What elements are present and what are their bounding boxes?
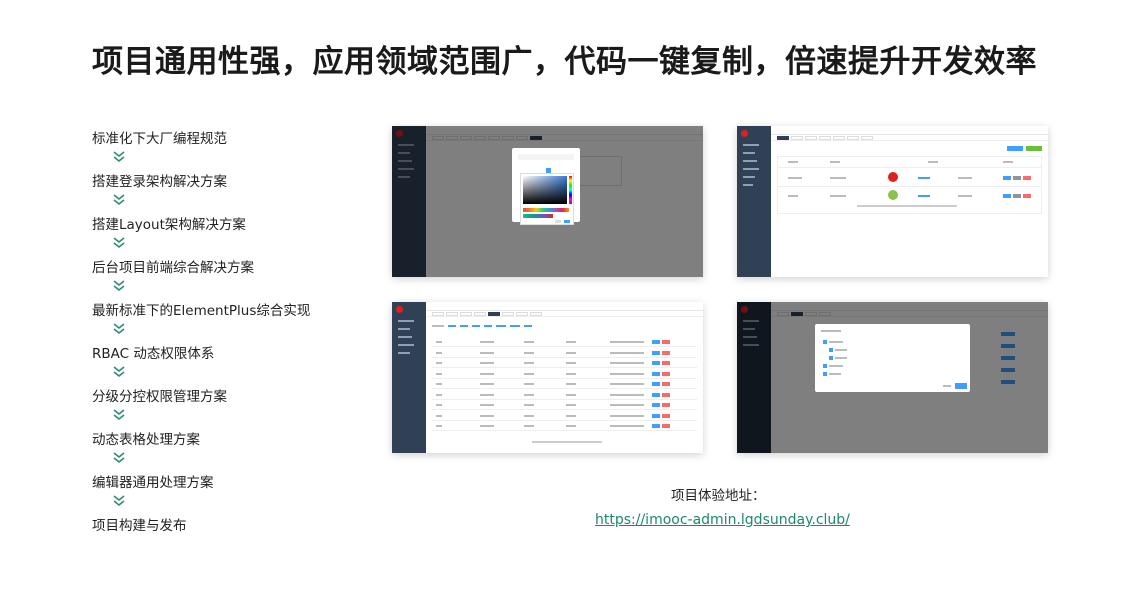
experience-address-label: 项目体验地址： bbox=[671, 488, 766, 504]
step-item: 最新标准下的ElementPlus综合实现 bbox=[92, 303, 311, 319]
user-list-screenshot bbox=[737, 126, 1048, 277]
step-item: 动态表格处理方案 bbox=[92, 432, 200, 448]
experience-url-link[interactable]: https://imooc-admin.lgdsunday.club/ bbox=[595, 512, 850, 528]
solution-steps-list: 标准化下大厂编程规范 搭建登录架构解决方案搭建Layout架构解决方案 后台项目前端… bbox=[92, 128, 372, 537]
step-item: 标准化下大厂编程规范 bbox=[92, 131, 227, 147]
step-item: 编辑器通用处理方案 bbox=[92, 475, 214, 491]
step-item: 搭建登录架构解决方案 bbox=[92, 174, 227, 190]
double-chevron-down-icon bbox=[92, 150, 372, 171]
double-chevron-down-icon bbox=[92, 236, 372, 257]
page-title: 项目通用性强，应用领域范围广，代码一键复制，倍速提升开发效率 bbox=[92, 44, 1037, 80]
step-item: 项目构建与发布 bbox=[92, 518, 187, 534]
theme-color-picker-screenshot bbox=[392, 126, 703, 277]
double-chevron-down-icon bbox=[92, 494, 372, 515]
dynamic-table-screenshot bbox=[392, 302, 703, 453]
double-chevron-down-icon bbox=[92, 408, 372, 429]
permission-dialog-screenshot bbox=[737, 302, 1048, 453]
double-chevron-down-icon bbox=[92, 451, 372, 472]
step-item: 后台项目前端综合解决方案 bbox=[92, 260, 254, 276]
double-chevron-down-icon bbox=[92, 193, 372, 214]
double-chevron-down-icon bbox=[92, 365, 372, 386]
step-item: 搭建Layout架构解决方案 bbox=[92, 217, 246, 233]
step-item: 分级分控权限管理方案 bbox=[92, 389, 227, 405]
step-item: RBAC 动态权限体系 bbox=[92, 346, 215, 362]
double-chevron-down-icon bbox=[92, 279, 372, 300]
double-chevron-down-icon bbox=[92, 322, 372, 343]
